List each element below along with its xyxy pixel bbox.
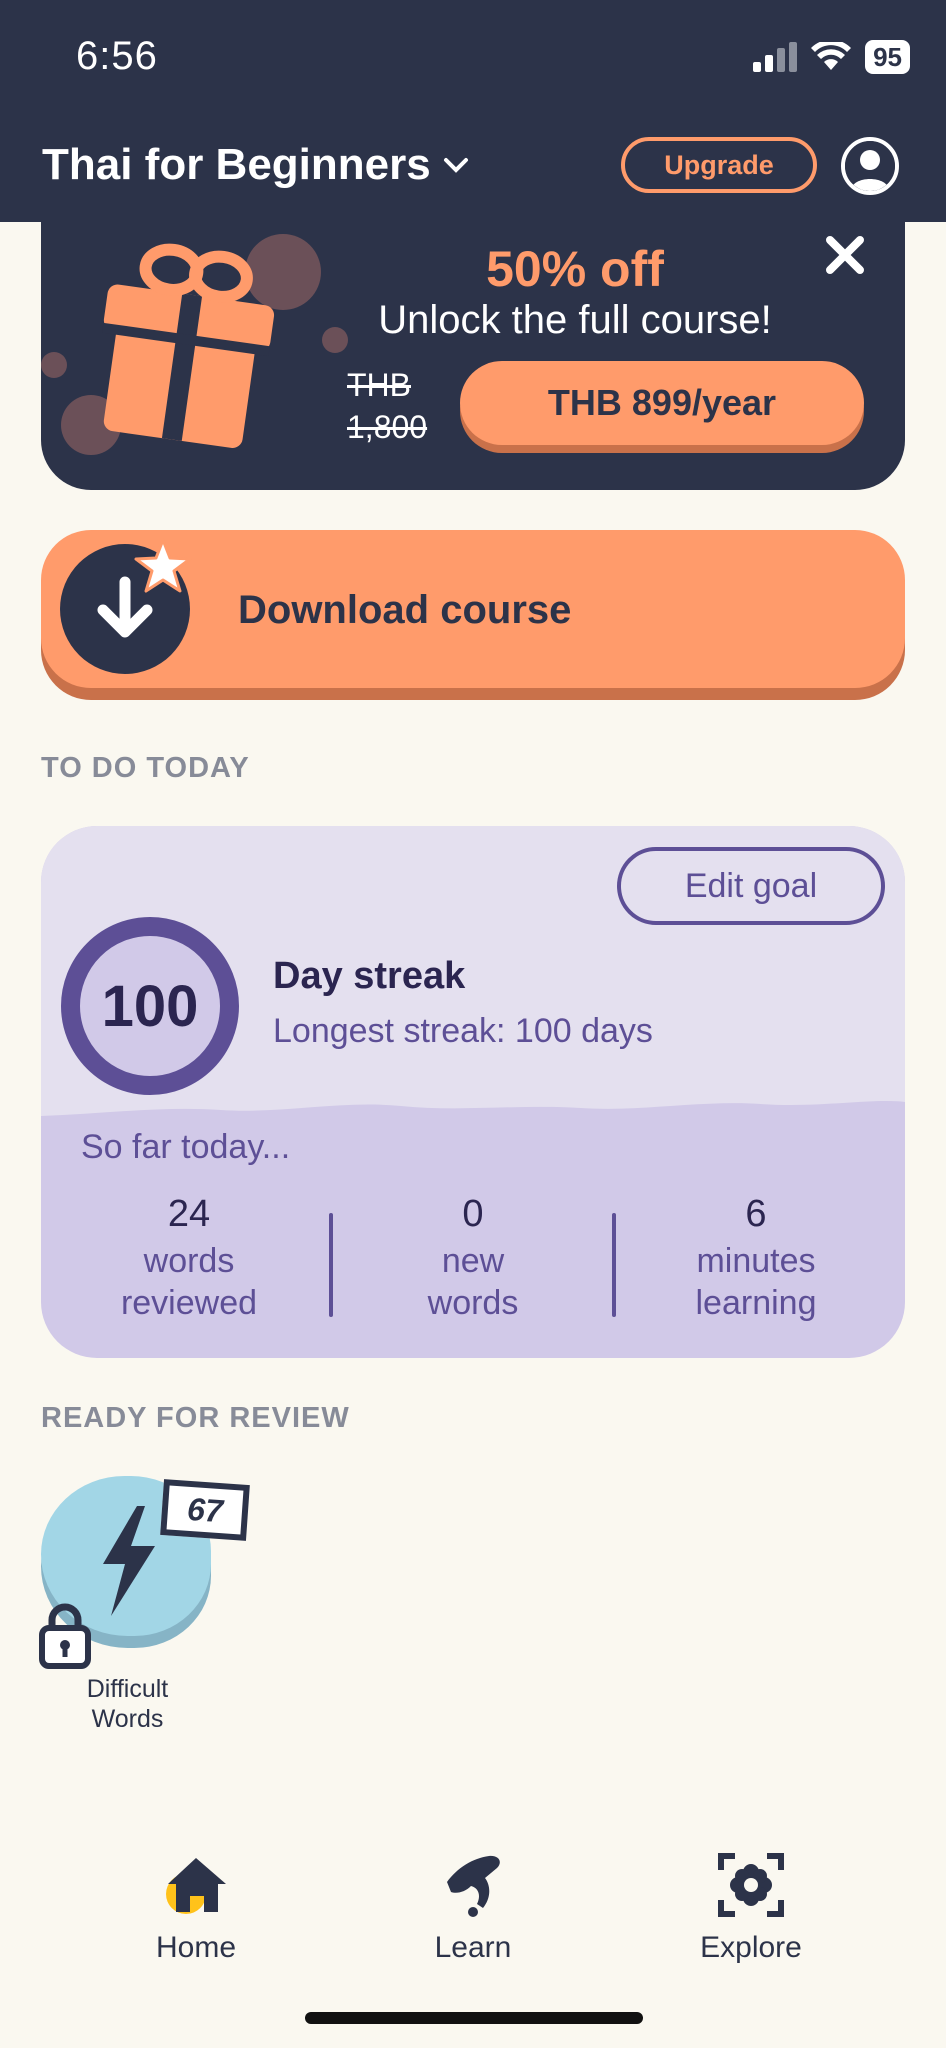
stat-label-line2: learning — [695, 1284, 817, 1322]
download-label: Download course — [238, 588, 572, 632]
longest-streak: Longest streak: 100 days — [273, 1012, 653, 1050]
signal-icon — [753, 42, 798, 72]
stat-number: 24 — [167, 1193, 211, 1235]
nav-learn[interactable]: Learn — [373, 1852, 573, 1965]
stat-label-line2: reviewed — [120, 1284, 258, 1322]
stat-label: words reviewed — [69, 1240, 309, 1324]
status-icons: 95 — [753, 40, 910, 74]
promo-discount: 50% off — [486, 241, 664, 297]
lock-icon — [39, 1603, 91, 1669]
old-price: THB 1,800 — [347, 364, 447, 448]
home-icon — [166, 1858, 226, 1914]
stat-new-words: 0 new words — [353, 1193, 593, 1324]
review-label-line2: Words — [91, 1705, 164, 1733]
buy-price-button[interactable]: THB 899/year — [460, 361, 864, 445]
section-label-review: READY FOR REVIEW — [41, 1402, 350, 1434]
stat-words-reviewed: 24 words reviewed — [69, 1193, 309, 1324]
review-label-line1: Difficult — [86, 1675, 169, 1703]
nav-learn-label: Learn — [434, 1931, 512, 1964]
gift-icon — [41, 234, 348, 455]
user-icon — [845, 141, 895, 191]
stat-number: 0 — [462, 1193, 484, 1235]
difficult-words-label: Difficult Words — [60, 1674, 195, 1734]
nav-explore-label: Explore — [700, 1931, 802, 1964]
stat-divider — [329, 1213, 333, 1317]
stat-label-line1: minutes — [696, 1242, 816, 1280]
course-title: Thai for Beginners — [42, 140, 431, 189]
battery-indicator: 95 — [865, 40, 910, 74]
stat-label: new words — [353, 1240, 593, 1324]
nav-explore[interactable]: Explore — [651, 1852, 851, 1965]
explore-icon — [718, 1853, 784, 1917]
nav-home[interactable]: Home — [96, 1852, 296, 1965]
learn-hand-icon — [447, 1855, 500, 1917]
wifi-icon — [811, 42, 852, 70]
star-icon — [134, 538, 192, 593]
promo-subtitle: Unlock the full course! — [378, 298, 772, 342]
old-price-currency: THB — [347, 367, 411, 403]
stat-label-line2: words — [427, 1284, 519, 1322]
stat-divider — [612, 1213, 616, 1317]
review-count-badge: 67 — [160, 1479, 250, 1541]
chevron-down-icon — [443, 158, 468, 173]
stat-minutes-learning: 6 minutes learning — [636, 1193, 876, 1324]
course-selector[interactable]: Thai for Beginners — [42, 140, 469, 190]
status-time: 6:56 — [76, 34, 158, 78]
so-far-today-label: So far today... — [81, 1128, 291, 1166]
streak-title: Day streak — [273, 955, 466, 997]
old-price-amount: 1,800 — [347, 409, 428, 445]
section-label-todo: TO DO TODAY — [41, 752, 250, 784]
stat-label: minutes learning — [636, 1240, 876, 1324]
home-indicator — [305, 2012, 643, 2024]
upgrade-button[interactable]: Upgrade — [621, 137, 817, 193]
stat-number: 6 — [745, 1193, 767, 1235]
nav-home-label: Home — [155, 1931, 237, 1964]
stat-label-line1: new — [441, 1242, 505, 1280]
close-icon[interactable] — [820, 230, 870, 280]
profile-avatar[interactable] — [841, 137, 899, 195]
streak-counter: 100 — [61, 917, 239, 1095]
edit-goal-button[interactable]: Edit goal — [617, 847, 885, 925]
stat-label-line1: words — [143, 1242, 235, 1280]
